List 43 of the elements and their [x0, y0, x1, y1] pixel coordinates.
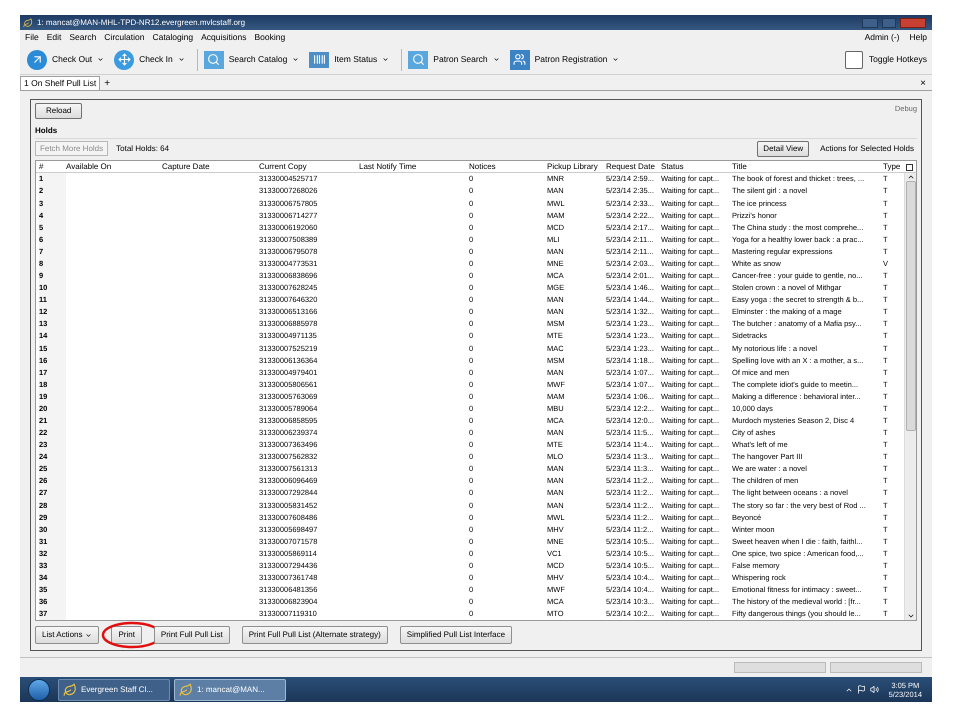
menu-item[interactable]: Booking	[254, 31, 286, 44]
taskbar-button[interactable]: Evergreen Staff Cl...	[58, 678, 170, 700]
tab[interactable]: 1 On Shelf Pull List	[20, 76, 100, 90]
column-header[interactable]: Type	[883, 161, 903, 173]
column-header[interactable]: #	[39, 161, 66, 173]
toolbar-button[interactable]: Print Full Pull List (Alternate strategy)	[242, 626, 388, 644]
new-tab-button[interactable]: +	[100, 77, 114, 90]
detail-view-button[interactable]: Detail View	[757, 140, 810, 156]
toolbar-button[interactable]: Check Out	[25, 50, 106, 70]
section-title: Holds	[35, 126, 58, 136]
column-header[interactable]: Notices	[469, 161, 547, 173]
menu-item[interactable]: Help	[910, 31, 927, 44]
column-header[interactable]: Last Notify Time	[359, 161, 469, 173]
menu-item[interactable]: Search	[69, 31, 96, 44]
toolbar-button[interactable]: Toggle Hotkeys	[844, 50, 927, 68]
total-holds: Total Holds: 64	[116, 142, 170, 154]
menu-item[interactable]: Edit	[46, 31, 62, 44]
column-header[interactable]: Current Copy	[259, 161, 359, 173]
toolbar-button[interactable]: Print Full Pull List	[154, 626, 230, 644]
toolbar-button[interactable]: Patron Registration	[508, 50, 622, 70]
column-header[interactable]: Available On	[66, 161, 162, 173]
window-title: 1: mancat@MAN-MHL-TPD-NR12.evergreen.mvlcstaff.org	[37, 16, 246, 28]
toolbar-button[interactable]: Item Status	[307, 52, 392, 68]
reload-button[interactable]: Reload	[35, 103, 82, 119]
taskbar-button[interactable]: 1: mancat@MAN...	[174, 678, 286, 700]
toolbar-button[interactable]: Search Catalog	[202, 50, 302, 68]
column-header[interactable]: Title	[732, 161, 883, 173]
toolbar-button[interactable]: Patron Search	[406, 50, 502, 68]
menu-item[interactable]: Acquisitions	[201, 31, 246, 44]
close-tab-button[interactable]: ×	[914, 77, 932, 90]
menu-item[interactable]: Cataloging	[152, 31, 194, 44]
menu-item[interactable]: Circulation	[104, 31, 144, 44]
toolbar-button[interactable]: List Actions	[35, 626, 100, 644]
column-header[interactable]: Capture Date	[162, 161, 259, 173]
toolbar-button[interactable]: Simplified Pull List Interface	[400, 626, 512, 644]
column-header[interactable]: Pickup Library	[547, 161, 606, 173]
actions-menu[interactable]: Actions for Selected Holds	[817, 142, 917, 154]
column-header[interactable]: Status	[661, 161, 732, 173]
menu-item[interactable]: Admin (-)	[864, 31, 900, 44]
column-header[interactable]: Request Date	[606, 161, 661, 173]
toolbar-button[interactable]: Print	[111, 626, 142, 644]
toolbar-button[interactable]: Check In	[112, 50, 187, 70]
menu-item[interactable]: File	[25, 31, 39, 44]
